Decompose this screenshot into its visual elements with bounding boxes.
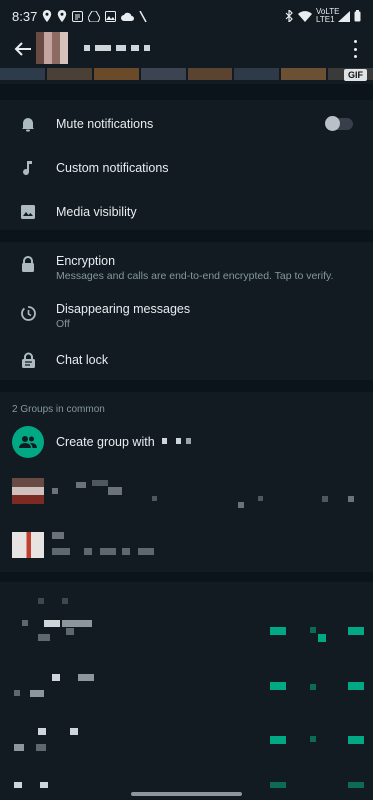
redacted-name	[186, 438, 191, 444]
bluetooth-icon	[285, 10, 293, 22]
group-avatar	[12, 478, 44, 504]
media-visibility-row[interactable]: Media visibility	[0, 196, 373, 228]
section-divider	[0, 84, 373, 100]
section-divider	[0, 572, 373, 582]
encryption-description: Messages and calls are end-to-end encryp…	[56, 270, 334, 282]
bell-icon	[18, 114, 38, 134]
gif-badge: GIF	[344, 69, 367, 81]
network-type: VoLTE LTE1	[316, 7, 340, 24]
contact-name-redacted	[84, 45, 150, 51]
section-divider	[0, 380, 373, 392]
battery-icon	[354, 10, 361, 22]
mute-notifications-row[interactable]: Mute notifications	[0, 108, 373, 140]
contact-avatar[interactable]	[36, 32, 68, 64]
chat-lock-label: Chat lock	[56, 353, 109, 367]
redacted-text	[258, 496, 263, 501]
redacted-text	[122, 548, 130, 555]
more-options-icon[interactable]	[347, 40, 363, 58]
gallery-icon	[105, 10, 117, 22]
encryption-row[interactable]: Encryption Messages and calls are end-to…	[0, 250, 373, 284]
redacted-text	[100, 548, 116, 555]
media-thumbnails[interactable]	[0, 68, 373, 80]
redacted-text	[138, 548, 154, 555]
custom-notifications-row[interactable]: Custom notifications	[0, 152, 373, 184]
image-icon	[18, 202, 38, 222]
create-group-label: Create group with	[56, 435, 155, 449]
redacted-text	[108, 487, 122, 495]
group-list-item[interactable]	[0, 530, 373, 562]
redacted-text	[52, 548, 70, 555]
signal-icon	[338, 10, 350, 22]
redacted-name	[162, 438, 167, 444]
section-divider	[0, 230, 373, 242]
groups-in-common-header: 2 Groups in common	[12, 404, 105, 415]
redacted-text	[52, 488, 58, 494]
create-group-row[interactable]: Create group with	[0, 424, 373, 460]
people-icon	[19, 436, 37, 448]
drive-icon	[88, 10, 101, 22]
redacted-text	[76, 482, 86, 488]
encryption-label: Encryption	[56, 254, 116, 268]
location-icon	[43, 10, 52, 22]
notes-icon	[72, 10, 84, 22]
cloud-icon	[121, 12, 135, 21]
status-time: 8:37	[12, 8, 38, 24]
group-avatar	[12, 532, 44, 558]
disappearing-messages-label: Disappearing messages	[56, 302, 191, 316]
chat-lock-icon	[18, 350, 38, 370]
back-arrow-icon[interactable]	[12, 38, 34, 60]
redacted-name	[176, 438, 181, 444]
music-note-icon	[18, 158, 38, 178]
app-bar	[0, 32, 373, 68]
location-icon	[58, 10, 67, 22]
redacted-text	[322, 496, 328, 502]
disappearing-messages-row[interactable]: Disappearing messages Off	[0, 298, 373, 332]
redacted-text	[348, 496, 354, 502]
disappearing-messages-status: Off	[56, 318, 70, 330]
status-bar: 8:37 VoLTE LTE1	[0, 0, 373, 32]
create-group-avatar	[12, 426, 44, 458]
redacted-text	[238, 502, 244, 508]
redacted-text	[92, 480, 108, 486]
timer-icon	[18, 303, 38, 323]
media-visibility-label: Media visibility	[56, 205, 137, 219]
redacted-text	[52, 532, 64, 539]
redacted-text	[84, 548, 92, 555]
redacted-text	[152, 496, 157, 501]
chat-lock-row[interactable]: Chat lock	[0, 344, 373, 376]
lock-icon	[18, 254, 38, 274]
mute-toggle[interactable]	[325, 116, 353, 131]
home-indicator[interactable]	[131, 792, 242, 796]
wifi-icon	[298, 10, 312, 22]
custom-notifications-label: Custom notifications	[56, 161, 169, 175]
group-list-item[interactable]	[0, 478, 373, 508]
slash-icon	[139, 10, 147, 22]
mute-notifications-label: Mute notifications	[56, 117, 154, 131]
